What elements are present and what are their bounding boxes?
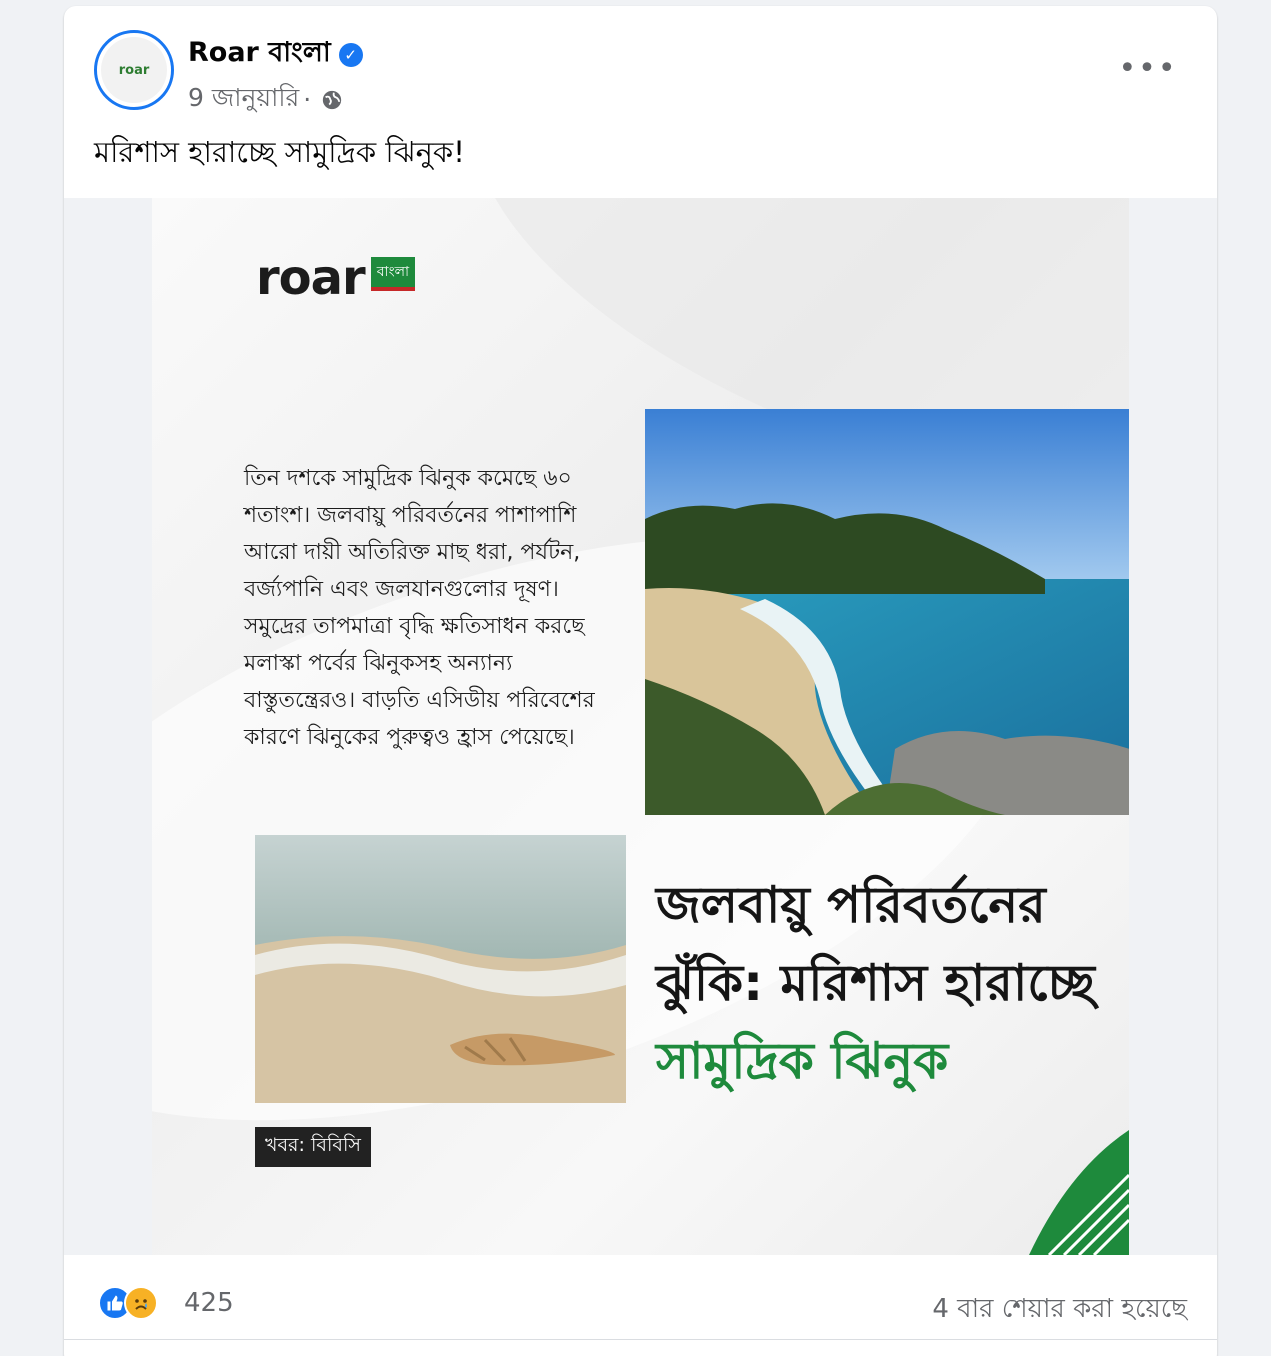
post-image[interactable]: roar বাংলা তিন দশকে সামুদ্রিক ঝিনুক কমেছ…: [64, 198, 1217, 1255]
headline-line-2: ঝুঁকি: মরিশাস হারাচ্ছে: [656, 954, 1095, 1012]
post-date[interactable]: 9 জানুয়ারি: [188, 78, 299, 121]
page-name-link[interactable]: Roar বাংলা ✓: [188, 32, 363, 77]
page-avatar[interactable]: roar: [94, 30, 174, 110]
post-meta: 9 জানুয়ারি ·: [188, 78, 343, 121]
headline: জলবায়ু পরিবর্তনের ঝুঁকি: মরিশাস হারাচ্ছ…: [656, 866, 1116, 1100]
post-caption: মরিশাস হারাচ্ছে সামুদ্রিক ঝিনুক!: [94, 135, 465, 169]
reaction-icons[interactable]: [98, 1286, 158, 1320]
brand-flag-badge: বাংলা: [370, 257, 416, 291]
source-label: খবর: বিবিসি: [255, 1127, 371, 1167]
verified-badge-icon: ✓: [338, 42, 363, 67]
brand-wordmark: roar: [256, 250, 366, 306]
corner-accent-graphic: [1029, 1130, 1129, 1255]
meta-separator: ·: [303, 85, 312, 114]
reactions-bar: 425 4 বার শেয়ার করা হয়েছে: [64, 1268, 1217, 1340]
news-graphic: roar বাংলা তিন দশকে সামুদ্রিক ঝিনুক কমেছ…: [152, 198, 1129, 1255]
more-options-button[interactable]: •••: [1118, 50, 1175, 86]
headline-line-3: সামুদ্রিক ঝিনুক: [656, 1032, 949, 1090]
globe-icon[interactable]: [321, 89, 343, 111]
shell-on-beach-photo: [255, 835, 626, 1103]
avatar-logo-text: roar: [118, 62, 150, 78]
share-count[interactable]: 4 বার শেয়ার করা হয়েছে: [932, 1288, 1187, 1332]
sad-reaction-icon: [124, 1286, 158, 1320]
more-icon: •••: [1118, 50, 1178, 86]
headline-line-1: জলবায়ু পরিবর্তনের: [656, 876, 1046, 934]
reaction-count[interactable]: 425: [184, 1288, 234, 1318]
avatar-logo-icon: roar: [101, 37, 167, 103]
page-name[interactable]: Roar বাংলা: [188, 32, 331, 77]
article-summary: তিন দশকে সামুদ্রিক ঝিনুক কমেছে ৬০ শতাংশ।…: [244, 466, 595, 750]
brand-logo: roar বাংলা: [256, 250, 416, 306]
post-card: roar Roar বাংলা ✓ 9 জানুয়ারি · ••• মরিশ…: [64, 6, 1217, 1356]
coastline-photo: [645, 409, 1129, 815]
